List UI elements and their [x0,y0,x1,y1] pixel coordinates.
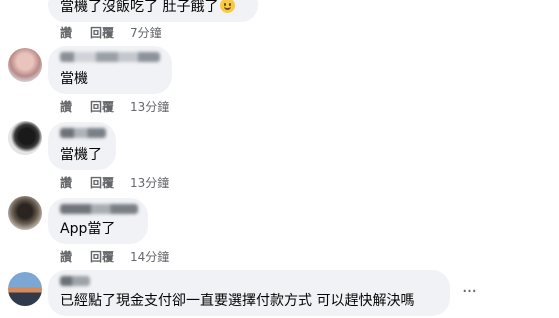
avatar[interactable] [8,196,42,230]
like-link[interactable]: 讚 [60,250,90,264]
comment-actions: 讚 回覆 14分鐘 [60,250,169,264]
more-options-button[interactable]: ··· [458,283,480,302]
like-link[interactable]: 讚 [60,176,90,190]
comment-bubble: 當機了 [48,122,116,170]
comment-text: 已經點了現金支付卻一直要選擇付款方式 可以趕快解決嗎 [60,293,415,309]
reply-link[interactable]: 回覆 [90,250,130,264]
like-link[interactable]: 讚 [60,100,90,114]
reply-link[interactable]: 回覆 [90,100,130,114]
like-link[interactable]: 讚 [60,26,90,40]
comment-actions: 讚 回覆 13分鐘 [60,100,169,114]
smiling-face-icon [220,0,236,13]
comment-timestamp[interactable]: 7分鐘 [130,26,162,40]
comment-actions: 讚 回覆 7分鐘 [60,26,162,40]
comment-text: 當機 [60,71,88,87]
reply-link[interactable]: 回覆 [90,26,130,40]
comment-bubble: 已經點了現金支付卻一直要選擇付款方式 可以趕快解決嗎 [48,270,450,316]
commenter-name-blurred[interactable] [60,128,106,138]
commenter-name-blurred[interactable] [60,276,90,286]
comment-bubble: 當機 [48,46,172,94]
comment-text: 當機了 [60,147,102,163]
commenter-name-blurred[interactable] [60,52,160,62]
comment-bubble: App當了 [48,198,148,244]
avatar[interactable] [8,121,42,155]
commenter-name-blurred[interactable] [60,204,138,214]
comment-timestamp[interactable]: 14分鐘 [130,250,169,264]
comment-actions: 讚 回覆 13分鐘 [60,176,169,190]
avatar[interactable] [8,272,42,306]
comment-timestamp[interactable]: 13分鐘 [130,100,169,114]
comment-timestamp[interactable]: 13分鐘 [130,176,169,190]
avatar[interactable] [8,48,42,82]
comment-text: 當機了沒飯吃了 肚子餓了 [60,0,236,16]
reply-link[interactable]: 回覆 [90,176,130,190]
comment-bubble: 當機了沒飯吃了 肚子餓了 [48,0,258,22]
comment-text: App當了 [60,221,116,237]
